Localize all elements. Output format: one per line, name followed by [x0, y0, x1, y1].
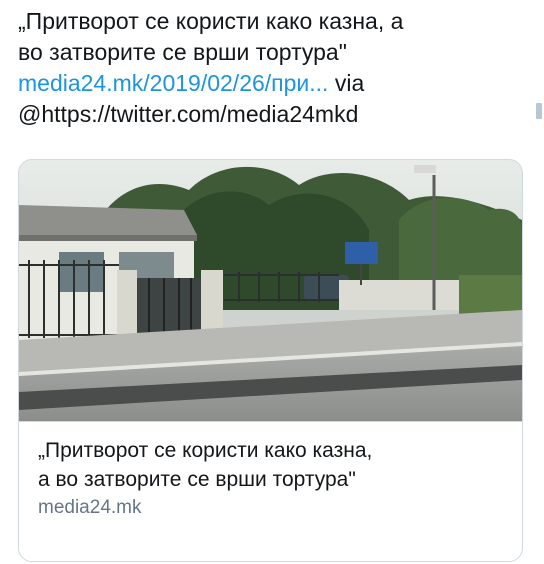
card-body[interactable]: „Притворот се користи како казна, а во з…: [19, 422, 522, 521]
via-text: via: [328, 70, 365, 96]
card-title: „Притворот се користи како казна, а во з…: [38, 436, 508, 494]
tweet-text-line-2: во затворите се врши тортура": [18, 39, 347, 65]
link-preview-card[interactable]: „Притворот се користи како казна, а во з…: [18, 159, 523, 562]
card-title-line-1: „Притворот се користи како казна,: [38, 439, 373, 462]
tweet-text-line-1: „Притворот се користи како казна, а: [18, 8, 404, 34]
tweet-text-line-3: media24.mk/2019/02/26/при... via: [18, 68, 518, 99]
tweet-link[interactable]: media24.mk/2019/02/26/при...: [18, 70, 328, 96]
card-title-line-2: а во затворите се врши тортура": [38, 468, 356, 491]
tweet-handle-text[interactable]: @https://twitter.com/media24mkd: [18, 99, 518, 130]
card-domain: media24.mk: [38, 497, 142, 518]
scrollbar-thumb[interactable]: [536, 103, 542, 119]
card-image[interactable]: [19, 160, 522, 421]
card-photo: [19, 160, 522, 421]
tweet-text: „Притворот се користи како казна, а во з…: [18, 6, 518, 130]
